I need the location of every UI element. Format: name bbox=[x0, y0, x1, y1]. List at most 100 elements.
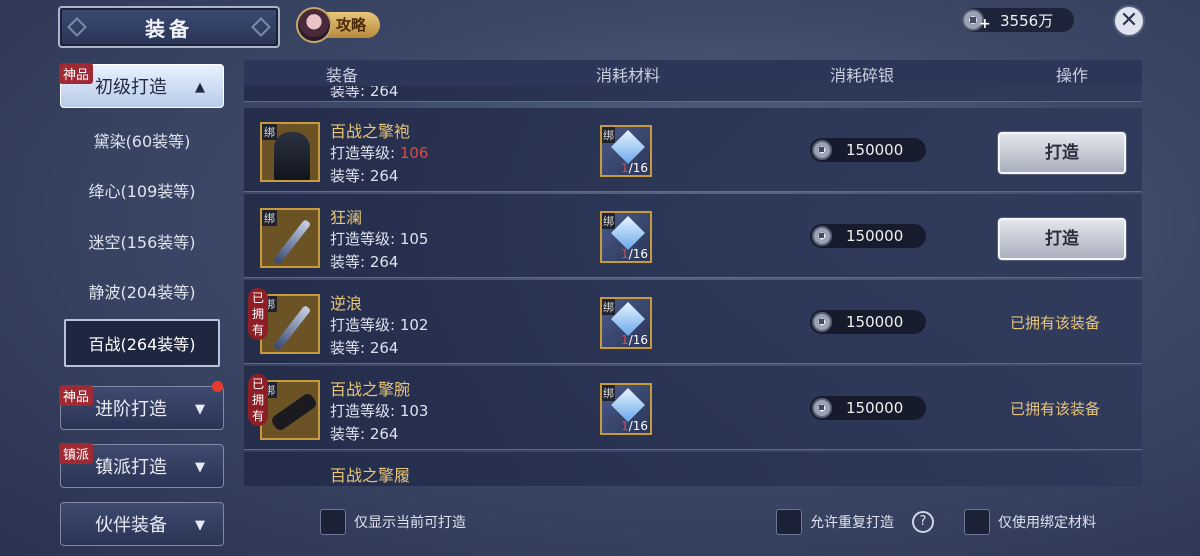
chevron-down-icon: ▼ bbox=[195, 402, 205, 417]
bound-tag: 绑 bbox=[602, 385, 615, 401]
sidebar-section-sect-craft[interactable]: 镇派 镇派打造 ▼ bbox=[59, 443, 224, 488]
item-craft-level: 打造等级: 103 bbox=[330, 400, 428, 421]
owned-status-text: 已拥有该装备 bbox=[1010, 400, 1101, 418]
table-row-partial[interactable]: 百战之擎履 bbox=[244, 452, 1142, 486]
help-icon[interactable]: ? bbox=[912, 511, 934, 533]
craft-level-label: 打造等级: bbox=[330, 316, 396, 334]
add-currency-icon[interactable]: + bbox=[979, 16, 991, 32]
item-name: 百战之擎腕 bbox=[330, 380, 411, 399]
ornament-icon bbox=[67, 17, 87, 37]
material-count: 1/16 bbox=[621, 161, 648, 175]
item-craft-level: 打造等级: 106 bbox=[330, 142, 428, 163]
tier-tag: 神品 bbox=[59, 385, 94, 406]
item-gear-level: 装等: 264 bbox=[330, 425, 399, 443]
item-name: 百战之擎履 bbox=[330, 466, 411, 485]
table-row[interactable]: 绑 百战之擎袍 打造等级: 106 装等: 264 绑 1/16 150000 … bbox=[244, 108, 1142, 192]
tier-tag: 镇派 bbox=[59, 443, 94, 464]
craft-level-value: 103 bbox=[399, 402, 429, 420]
silver-cost: 150000 bbox=[810, 138, 926, 162]
silver-coin-icon bbox=[812, 398, 832, 418]
silver-currency[interactable]: + 3556万 bbox=[962, 8, 1074, 32]
material-crystal-icon[interactable]: 绑 1/16 bbox=[600, 297, 652, 349]
weapon-icon[interactable]: 绑 bbox=[260, 208, 320, 268]
item-craft-level: 打造等级: 102 bbox=[330, 314, 428, 335]
cost-value: 150000 bbox=[846, 313, 904, 331]
only-craftable-checkbox[interactable] bbox=[320, 509, 346, 535]
allow-repeat-option[interactable]: 允许重复打造 ? bbox=[776, 508, 934, 536]
sidebar-section-label: 伙伴装备 bbox=[95, 515, 167, 536]
header-material: 消耗材料 bbox=[596, 66, 661, 85]
item-gear-level: 装等: 264 bbox=[330, 167, 399, 185]
owned-status-text: 已拥有该装备 bbox=[1010, 314, 1101, 332]
table-row[interactable]: 已拥有 绑 逆浪 打造等级: 102 装等: 264 绑 1/16 150000… bbox=[244, 280, 1142, 364]
cost-value: 150000 bbox=[846, 141, 904, 159]
chevron-down-icon: ▼ bbox=[195, 518, 205, 533]
craft-button[interactable]: 打造 bbox=[998, 132, 1126, 174]
close-button[interactable]: ✕ bbox=[1113, 5, 1145, 37]
table-row[interactable]: 绑 狂澜 打造等级: 105 装等: 264 绑 1/16 150000 打造 bbox=[244, 194, 1142, 278]
panel-title-tab: 装备 bbox=[58, 6, 280, 48]
weapon-icon[interactable]: 绑 bbox=[260, 294, 320, 354]
sidebar-subitem-active[interactable]: 百战(264装等) bbox=[64, 319, 220, 367]
panel-title: 装备 bbox=[145, 16, 193, 41]
header-action: 操作 bbox=[1056, 66, 1089, 85]
robe-art bbox=[274, 132, 310, 180]
weapon-art bbox=[272, 219, 312, 265]
bound-only-checkbox[interactable] bbox=[964, 509, 990, 535]
ornament-icon bbox=[251, 17, 271, 37]
sidebar-subitem[interactable]: 黛染(60装等) bbox=[64, 120, 220, 160]
cost-value: 150000 bbox=[846, 399, 904, 417]
allow-repeat-checkbox[interactable] bbox=[776, 509, 802, 535]
sidebar-subitem[interactable]: 迷空(156装等) bbox=[64, 221, 220, 261]
silver-cost: 150000 bbox=[810, 224, 926, 248]
header-equipment: 装备 bbox=[326, 66, 359, 85]
silver-cost: 150000 bbox=[810, 396, 926, 420]
sidebar-section-advanced-craft[interactable]: 神品 进阶打造 ▼ bbox=[59, 381, 224, 430]
allow-repeat-label: 允许重复打造 bbox=[810, 515, 894, 531]
craft-level-label: 打造等级: bbox=[330, 230, 396, 248]
bracer-icon[interactable]: 绑 bbox=[260, 380, 320, 440]
material-crystal-icon[interactable]: 绑 1/16 bbox=[600, 125, 652, 177]
bracer-art bbox=[269, 391, 318, 433]
table-header: 装备 消耗材料 消耗碎银 操作 bbox=[244, 60, 1142, 86]
silver-coin-icon bbox=[812, 140, 832, 160]
item-name: 百战之擎袍 bbox=[330, 122, 411, 141]
sidebar-subitem[interactable]: 静波(204装等) bbox=[64, 271, 220, 311]
craft-button[interactable]: 打造 bbox=[998, 218, 1126, 260]
material-crystal-icon[interactable]: 绑 1/16 bbox=[600, 383, 652, 435]
sidebar-section-basic-craft[interactable]: 神品 初级打造 ▲ bbox=[59, 63, 224, 108]
bound-only-label: 仅使用绑定材料 bbox=[998, 515, 1096, 531]
bound-tag: 绑 bbox=[262, 124, 277, 140]
sidebar-section-label: 镇派打造 bbox=[95, 457, 167, 478]
crafting-table[interactable]: 装备 消耗材料 消耗碎银 操作 装等: 264 绑 百战之擎袍 打造等级: 10… bbox=[244, 60, 1142, 486]
owned-badge: 已拥有 bbox=[248, 288, 268, 340]
bound-only-option[interactable]: 仅使用绑定材料 bbox=[964, 508, 1096, 536]
item-gear-level: 装等: 264 bbox=[330, 253, 399, 271]
bound-tag: 绑 bbox=[602, 299, 615, 315]
craft-level-label: 打造等级: bbox=[330, 402, 396, 420]
sidebar-subitem[interactable]: 绛心(109装等) bbox=[64, 170, 220, 210]
notification-dot bbox=[212, 381, 223, 392]
guide-button[interactable]: 攻略 bbox=[296, 7, 382, 43]
item-name: 逆浪 bbox=[330, 294, 363, 313]
owned-badge: 已拥有 bbox=[248, 374, 268, 426]
tier-tag: 神品 bbox=[59, 63, 94, 84]
sidebar-section-partner-gear[interactable]: 伙伴装备 ▼ bbox=[60, 502, 224, 546]
table-row[interactable]: 已拥有 绑 百战之擎腕 打造等级: 103 装等: 264 绑 1/16 150… bbox=[244, 366, 1142, 450]
only-craftable-option[interactable]: 仅显示当前可打造 bbox=[320, 508, 466, 536]
material-count: 1/16 bbox=[621, 247, 648, 261]
craft-level-value: 106 bbox=[399, 144, 429, 162]
bound-tag: 绑 bbox=[602, 127, 615, 143]
currency-amount: 3556万 bbox=[1000, 11, 1054, 30]
silver-coin-icon bbox=[812, 226, 832, 246]
craft-level-label: 打造等级: bbox=[330, 144, 396, 162]
material-crystal-icon[interactable]: 绑 1/16 bbox=[600, 211, 652, 263]
weapon-art bbox=[272, 305, 312, 351]
cost-value: 150000 bbox=[846, 227, 904, 245]
guide-label: 攻略 bbox=[324, 12, 380, 38]
item-craft-level: 打造等级: 105 bbox=[330, 228, 428, 249]
bound-tag: 绑 bbox=[262, 210, 277, 226]
chevron-up-icon: ▲ bbox=[195, 80, 205, 95]
craft-level-value: 102 bbox=[399, 316, 429, 334]
robe-icon[interactable]: 绑 bbox=[260, 122, 320, 182]
